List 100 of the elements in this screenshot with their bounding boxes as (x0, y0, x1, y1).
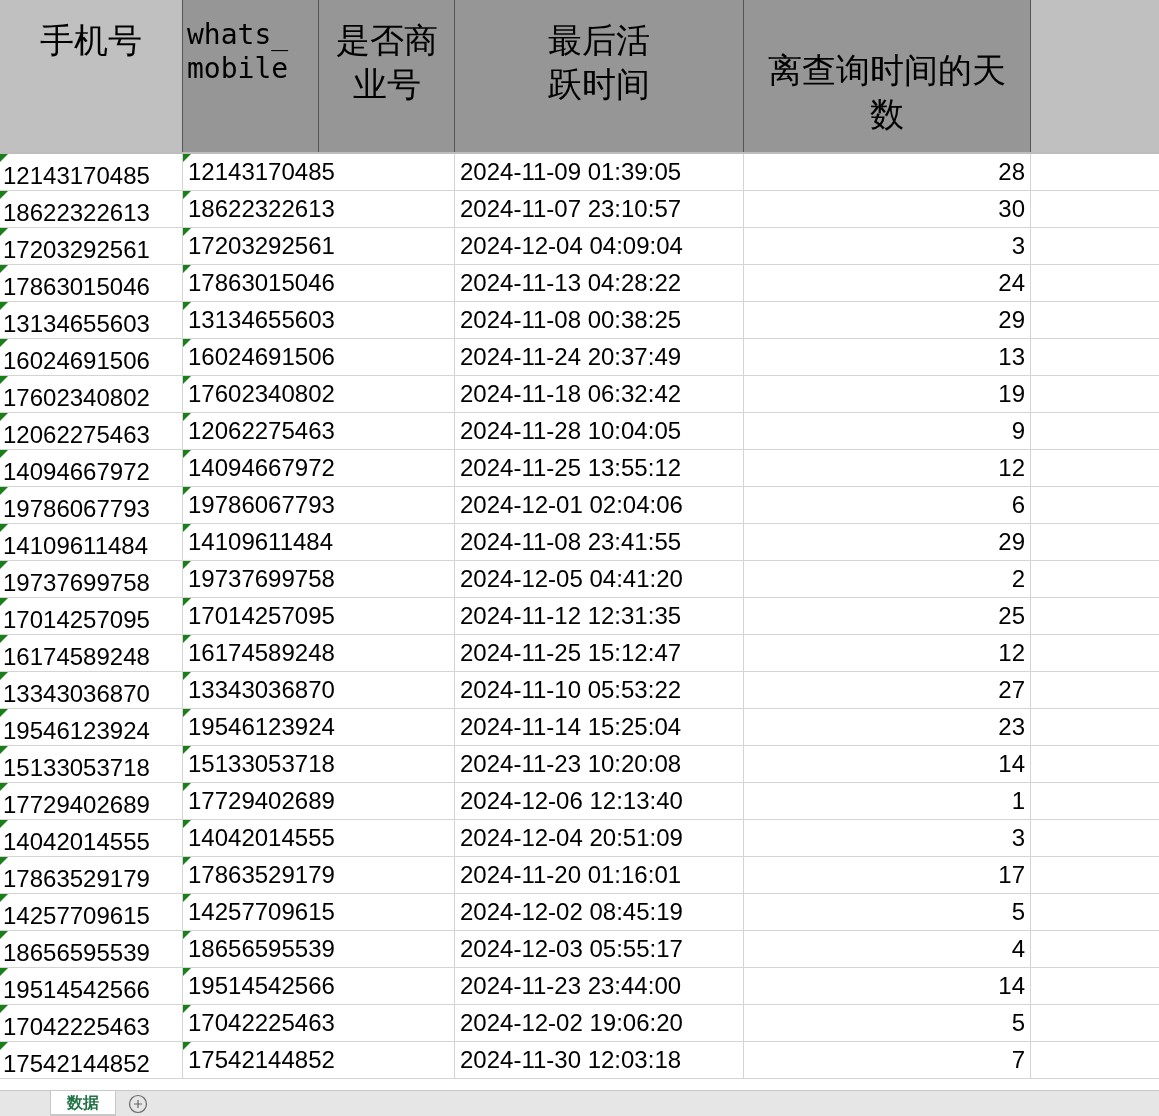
table-cell-text: 17 (998, 860, 1025, 890)
table-cell: 13134655603 (3, 313, 150, 335)
column-header: 最后活跃时间 (455, 0, 744, 152)
table-cell-text: 9 (1011, 416, 1025, 446)
table-cell: 14042014555 (3, 831, 150, 853)
error-triangle-icon (0, 450, 8, 458)
table-cell-text: 2024-12-01 02:04:06 (460, 490, 683, 520)
table-cell-text: 19 (998, 379, 1025, 409)
table-cell-text: 2024-12-06 12:13:40 (460, 786, 683, 816)
error-triangle-icon (0, 339, 8, 347)
error-triangle-icon (0, 820, 8, 828)
error-triangle-icon (0, 1042, 8, 1050)
table-cell: 19514542566 (3, 979, 150, 1001)
error-triangle-icon (183, 746, 191, 754)
error-triangle-icon (183, 894, 191, 902)
table-cell: 17042225463 (3, 1016, 150, 1038)
table-cell-text: 2024-11-24 20:37:49 (460, 342, 682, 372)
error-triangle-icon (0, 191, 8, 199)
table-cell: 14109611484 (3, 535, 149, 557)
table-cell: 17014257095 (3, 609, 150, 631)
table-cell-text: 1 (1011, 786, 1025, 816)
table-cell-text: 12 (998, 453, 1025, 483)
error-triangle-icon (0, 524, 8, 532)
table-cell: 12143170485 (3, 165, 150, 187)
table-cell: 17542144852 (3, 1053, 150, 1075)
table-cell-text: 25 (998, 601, 1025, 631)
table-cell-text: 7 (1011, 1045, 1025, 1075)
table-cell-text: 17014257095 (188, 601, 335, 631)
error-triangle-icon (183, 376, 191, 384)
error-triangle-icon (183, 302, 191, 310)
table-cell-text: 14094667972 (188, 453, 335, 483)
error-triangle-icon (0, 968, 8, 976)
table-cell: 17863015046 (3, 276, 150, 298)
table-cell-text: 2024-11-08 23:41:55 (460, 527, 682, 557)
table-cell-text: 2024-11-23 23:44:00 (460, 971, 682, 1001)
table-cell: 19546123924 (3, 720, 150, 742)
error-triangle-icon (183, 783, 191, 791)
table-cell-text: 2024-11-25 13:55:12 (460, 453, 682, 483)
error-triangle-icon (183, 1005, 191, 1013)
error-triangle-icon (183, 561, 191, 569)
table-cell-text: 13343036870 (188, 675, 335, 705)
table-cell-text: 2024-12-03 05:55:17 (460, 934, 683, 964)
table-cell-text: 4 (1011, 934, 1025, 964)
column-header: 手机号 (0, 0, 183, 152)
error-triangle-icon (183, 1042, 191, 1050)
error-triangle-icon (0, 746, 8, 754)
error-triangle-icon (183, 672, 191, 680)
error-triangle-icon (0, 413, 8, 421)
table-cell-text: 19546123924 (188, 712, 335, 742)
table-cell-text: 27 (998, 675, 1025, 705)
table-cell: 18656595539 (3, 942, 150, 964)
error-triangle-icon (0, 265, 8, 273)
table-cell-text: 2024-11-18 06:32:42 (460, 379, 682, 409)
sheet-tab[interactable]: 数据 (50, 1091, 116, 1116)
error-triangle-icon (183, 524, 191, 532)
add-sheet-icon[interactable] (128, 1093, 148, 1114)
table-cell-text: 17729402689 (188, 786, 335, 816)
column-header: 离查询时间的天数 (744, 0, 1031, 152)
error-triangle-icon (0, 376, 8, 384)
table-cell-text: 14257709615 (188, 897, 335, 927)
table-cell: 13343036870 (3, 683, 150, 705)
error-triangle-icon (0, 561, 8, 569)
error-triangle-icon (0, 783, 8, 791)
error-triangle-icon (183, 413, 191, 421)
table-cell-text: 16024691506 (188, 342, 335, 372)
table-cell-text: 2024-11-30 12:03:18 (460, 1045, 682, 1075)
table-cell-text: 12143170485 (188, 157, 335, 187)
table-cell-text: 2024-11-25 15:12:47 (460, 638, 682, 668)
error-triangle-icon (0, 598, 8, 606)
error-triangle-icon (0, 154, 8, 162)
table-cell-text: 2024-12-02 19:06:20 (460, 1008, 683, 1038)
table-cell-text: 2024-12-04 04:09:04 (460, 231, 683, 261)
table-cell-text: 29 (998, 527, 1025, 557)
error-triangle-icon (0, 931, 8, 939)
error-triangle-icon (0, 1005, 8, 1013)
table-cell-text: 30 (998, 194, 1025, 224)
table-cell-text: 2024-11-14 15:25:04 (460, 712, 682, 742)
error-triangle-icon (183, 265, 191, 273)
table-cell-text: 24 (998, 268, 1025, 298)
table-cell: 14257709615 (3, 905, 150, 927)
error-triangle-icon (0, 709, 8, 717)
error-triangle-icon (0, 857, 8, 865)
table-cell-text: 5 (1011, 897, 1025, 927)
table-cell-text: 6 (1011, 490, 1025, 520)
table-cell-text: 12062275463 (188, 416, 335, 446)
error-triangle-icon (183, 487, 191, 495)
table-cell-text: 2 (1011, 564, 1025, 594)
table-cell: 16174589248 (3, 646, 150, 668)
table-cell: 17863529179 (3, 868, 150, 890)
table-cell-text: 17602340802 (188, 379, 335, 409)
error-triangle-icon (183, 931, 191, 939)
error-triangle-icon (183, 191, 191, 199)
error-triangle-icon (0, 894, 8, 902)
error-triangle-icon (183, 339, 191, 347)
error-triangle-icon (183, 968, 191, 976)
table-cell: 16024691506 (3, 350, 150, 372)
table-cell-text: 13 (998, 342, 1025, 372)
table-cell-text: 2024-11-28 10:04:05 (460, 416, 682, 446)
error-triangle-icon (0, 487, 8, 495)
error-triangle-icon (183, 635, 191, 643)
